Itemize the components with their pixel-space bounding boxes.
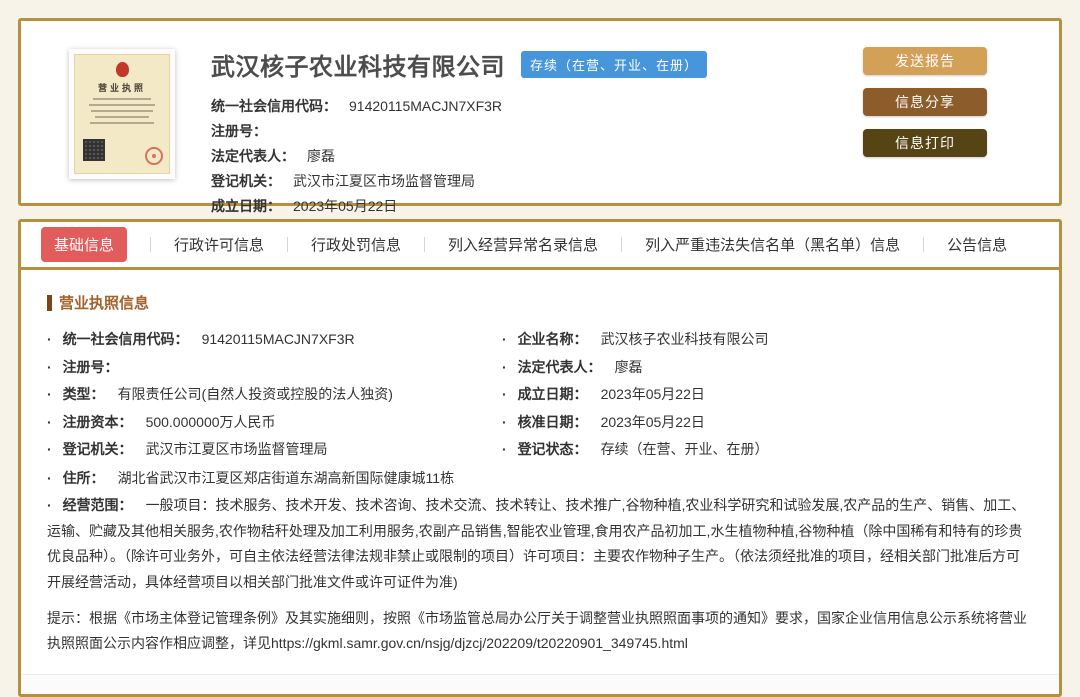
header-field-credit-code: 统一社会信用代码：91420115MACJN7XF3R <box>211 94 863 119</box>
company-header-card: 营业执照 武汉核子农业科技有限公司 存续（在营、开业、在册） 统一社会信用代码：… <box>18 18 1062 206</box>
basic-info-content: 营业执照信息 统一社会信用代码：91420115MACJN7XF3R 企业名称：… <box>21 270 1059 697</box>
field-credit-code: 统一社会信用代码：91420115MACJN7XF3R <box>47 326 502 354</box>
business-term-section: 营业期限信息 <box>21 674 1059 697</box>
tab-separator <box>287 237 288 252</box>
header-action-buttons: 发送报告 信息分享 信息打印 <box>863 47 987 183</box>
detail-panel: 基础信息 行政许可信息 行政处罚信息 列入经营异常名录信息 列入严重违法失信名单… <box>18 219 1062 697</box>
tab-separator <box>621 237 622 252</box>
field-reg-authority: 登记机关：武汉市江夏区市场监督管理局 <box>47 436 502 464</box>
tab-announcement[interactable]: 公告信息 <box>947 234 1007 255</box>
license-full-rows: 住所：湖北省武汉市江夏区郑店街道东湖高新国际健康城11栋 经营范围：一般项目：技… <box>47 466 1033 596</box>
print-info-button[interactable]: 信息打印 <box>863 129 987 157</box>
header-field-establish-date: 成立日期：2023年05月22日 <box>211 194 863 219</box>
field-company-type: 类型：有限责任公司(自然人投资或控股的法人独资) <box>47 381 502 409</box>
share-info-button[interactable]: 信息分享 <box>863 88 987 116</box>
field-establish-date: 成立日期：2023年05月22日 <box>502 381 1033 409</box>
status-badge: 存续（在营、开业、在册） <box>521 51 707 78</box>
field-reg-status: 登记状态：存续（在营、开业、在册） <box>502 436 1033 464</box>
field-company-name: 企业名称：武汉核子农业科技有限公司 <box>502 326 1033 354</box>
license-section-title: 营业执照信息 <box>47 292 1033 313</box>
license-adjust-notice: 提示：根据《市场主体登记管理条例》及其实施细则，按照《市场监管总局办公厅关于调整… <box>47 606 1033 656</box>
qr-code-icon <box>83 139 105 161</box>
section-marker <box>47 295 52 311</box>
field-legal-rep: 法定代表人：廖磊 <box>502 354 1033 382</box>
company-summary: 武汉核子农业科技有限公司 存续（在营、开业、在册） 统一社会信用代码：91420… <box>211 47 863 183</box>
field-address: 住所：湖北省武汉市江夏区郑店街道东湖高新国际健康城11栋 <box>47 466 1033 492</box>
header-field-reg-number: 注册号： <box>211 119 863 144</box>
company-name-title: 武汉核子农业科技有限公司 <box>211 47 505 82</box>
tab-blacklist[interactable]: 列入严重违法失信名单（黑名单）信息 <box>645 234 900 255</box>
tab-bar: 基础信息 行政许可信息 行政处罚信息 列入经营异常名录信息 列入严重违法失信名单… <box>21 222 1059 270</box>
send-report-button[interactable]: 发送报告 <box>863 47 987 75</box>
field-registered-capital: 注册资本：500.000000万人民币 <box>47 409 502 437</box>
business-license-image: 营业执照 <box>74 54 170 174</box>
tab-basic-info[interactable]: 基础信息 <box>41 227 127 262</box>
tab-separator <box>424 237 425 252</box>
national-emblem-icon <box>116 62 129 77</box>
tab-abnormal-list[interactable]: 列入经营异常名录信息 <box>448 234 598 255</box>
tab-separator <box>150 237 151 252</box>
field-reg-number: 注册号： <box>47 354 502 382</box>
tab-admin-license[interactable]: 行政许可信息 <box>174 234 264 255</box>
header-field-legal-rep: 法定代表人：廖磊 <box>211 144 863 169</box>
license-detail-grid: 统一社会信用代码：91420115MACJN7XF3R 企业名称：武汉核子农业科… <box>47 326 1033 464</box>
license-thumb-title: 营业执照 <box>98 81 146 94</box>
tab-admin-penalty[interactable]: 行政处罚信息 <box>311 234 401 255</box>
business-license-thumbnail[interactable]: 营业执照 <box>69 49 175 179</box>
field-business-scope: 经营范围：一般项目：技术服务、技术开发、技术咨询、技术交流、技术转让、技术推广,… <box>47 493 1033 595</box>
tab-separator <box>923 237 924 252</box>
field-approval-date: 核准日期：2023年05月22日 <box>502 409 1033 437</box>
header-field-reg-authority: 登记机关：武汉市江夏区市场监督管理局 <box>211 169 863 194</box>
red-stamp-icon <box>145 147 163 165</box>
